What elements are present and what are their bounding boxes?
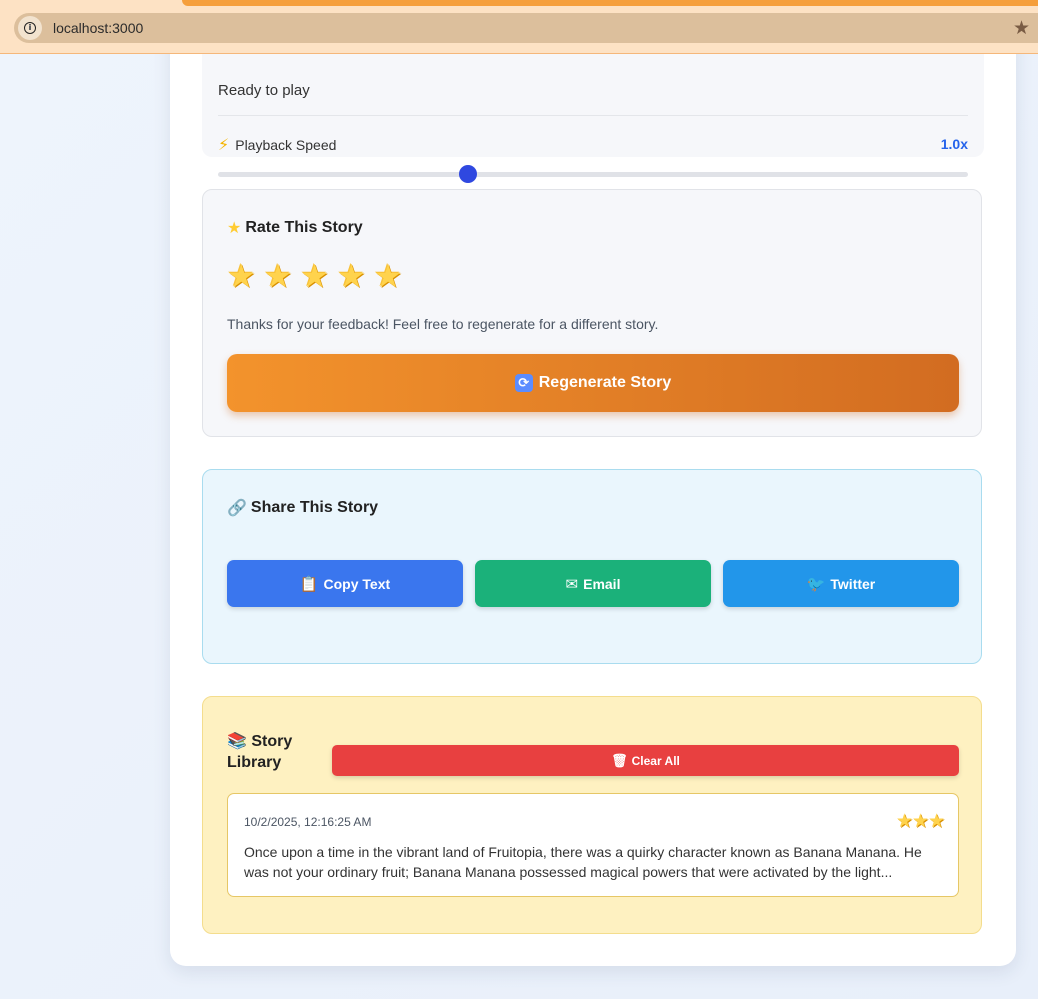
story-library-panel: 📚 Story Library 🗑 Clear All 10/2/2025, 1… xyxy=(202,696,982,934)
browser-accent-strip xyxy=(182,0,1038,6)
lightning-icon: ⚡ xyxy=(218,137,230,154)
rate-title-text: Rate This Story xyxy=(245,219,363,236)
trash-icon: 🗑 xyxy=(611,752,628,768)
clear-all-button[interactable]: 🗑 Clear All xyxy=(332,745,959,776)
share-buttons: 📋 Copy Text ✉ Email 🐦 Twitter xyxy=(227,560,959,607)
email-button[interactable]: ✉ Email xyxy=(475,560,711,607)
rate-story-panel: ★ Rate This Story ★ ★ ★ ★ ★ Thanks for y… xyxy=(202,189,982,437)
browser-toolbar: i localhost:3000 ★ xyxy=(0,0,1038,54)
rate-title: ★ Rate This Story xyxy=(227,218,363,238)
clear-all-label: Clear All xyxy=(631,753,680,768)
library-title: 📚 Story Library xyxy=(227,731,317,773)
star-icon: ★ xyxy=(227,220,242,237)
bird-icon: 🐦 xyxy=(806,575,826,593)
story-date: 10/2/2025, 12:16:25 AM xyxy=(244,815,372,829)
rating-star-2[interactable]: ★ xyxy=(264,258,293,294)
clipboard-icon: 📋 xyxy=(299,575,319,593)
site-info-icon[interactable]: i xyxy=(18,16,42,40)
copy-text-button[interactable]: 📋 Copy Text xyxy=(227,560,463,607)
envelope-icon: ✉ xyxy=(565,575,579,593)
copy-label: Copy Text xyxy=(323,575,391,592)
email-label: Email xyxy=(583,575,621,592)
address-bar[interactable]: i localhost:3000 ★ xyxy=(14,13,1038,43)
bookmark-star-icon[interactable]: ★ xyxy=(1013,17,1030,40)
twitter-button[interactable]: 🐦 Twitter xyxy=(723,560,959,607)
playback-speed-label: ⚡ Playback Speed xyxy=(218,135,336,155)
rating-star-4[interactable]: ★ xyxy=(337,258,366,294)
rating-star-1[interactable]: ★ xyxy=(227,258,256,294)
feedback-message: Thanks for your feedback! Feel free to r… xyxy=(227,316,659,332)
library-item[interactable]: 10/2/2025, 12:16:25 AM ★★★ Once upon a t… xyxy=(227,793,959,897)
audio-status: Ready to play xyxy=(218,82,310,99)
slider-thumb[interactable] xyxy=(459,165,477,183)
share-title-text: Share This Story xyxy=(250,499,379,516)
divider xyxy=(218,115,968,116)
story-rating: ★★★ xyxy=(895,811,945,832)
refresh-icon: ⟳ xyxy=(514,374,533,392)
main-card: Ready to play ⚡ Playback Speed 1.0x ★ Ra… xyxy=(170,0,1016,966)
audio-player-panel: Ready to play ⚡ Playback Speed 1.0x xyxy=(202,40,984,183)
link-icon: 🔗 xyxy=(227,500,247,517)
share-story-panel: 🔗 Share This Story 📋 Copy Text ✉ Email 🐦… xyxy=(202,469,982,664)
books-icon: 📚 xyxy=(227,733,247,750)
playback-speed-text: Playback Speed xyxy=(235,137,337,153)
rating-star-3[interactable]: ★ xyxy=(300,258,329,294)
twitter-label: Twitter xyxy=(830,575,876,592)
regenerate-label: Regenerate Story xyxy=(538,374,672,391)
star-rating[interactable]: ★ ★ ★ ★ ★ xyxy=(227,258,402,294)
playback-speed-value: 1.0x xyxy=(940,136,968,152)
url-text[interactable]: localhost:3000 xyxy=(53,20,143,36)
regenerate-story-button[interactable]: ⟳ Regenerate Story xyxy=(227,354,959,412)
playback-speed-slider[interactable] xyxy=(218,165,968,183)
share-title: 🔗 Share This Story xyxy=(227,498,378,518)
story-preview: Once upon a time in the vibrant land of … xyxy=(244,844,922,880)
rating-star-5[interactable]: ★ xyxy=(374,258,403,294)
